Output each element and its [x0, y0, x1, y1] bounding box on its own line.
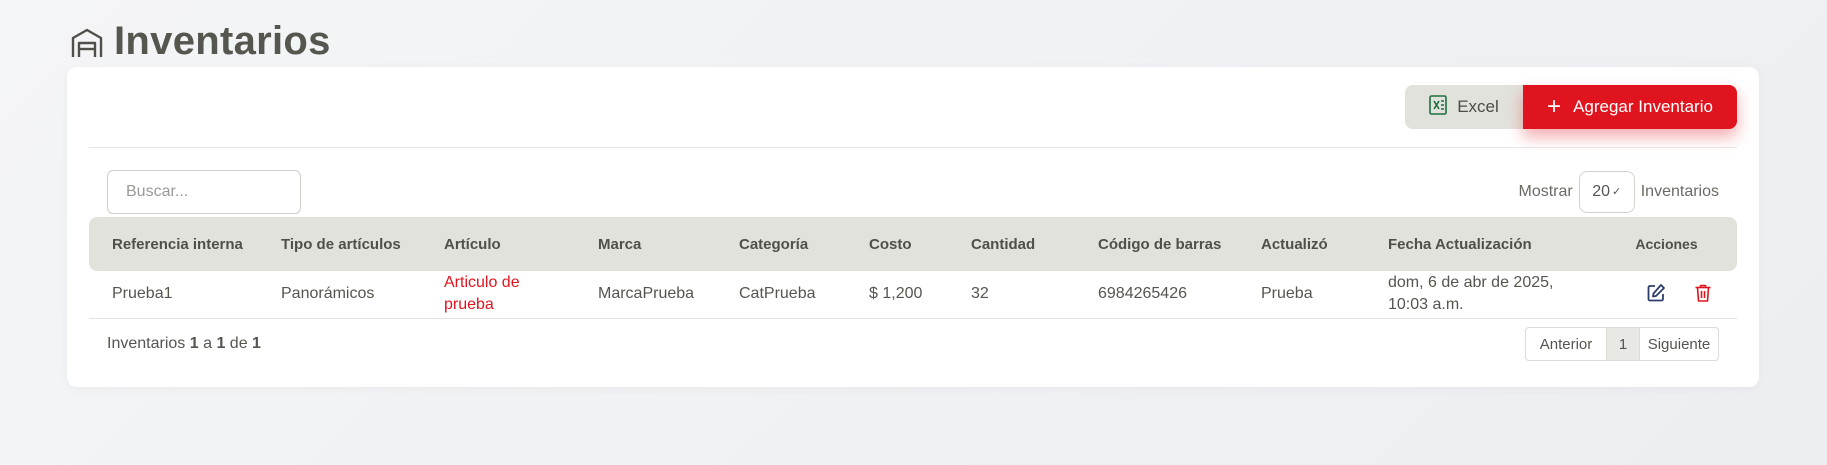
chevron-down-icon: ✓ [1612, 185, 1622, 198]
column-header-acciones: Acciones [1635, 235, 1698, 252]
divider [89, 147, 1737, 148]
row-actions [1619, 283, 1732, 305]
column-header-categoria[interactable]: Categoría [716, 217, 846, 271]
column-header-tipo[interactable]: Tipo de artículos [258, 217, 421, 271]
summary-label: Inventarios [107, 335, 186, 352]
cell-codigo: 6984265426 [1075, 271, 1238, 319]
toolbar: Excel + Agregar Inventario [1405, 85, 1737, 129]
add-inventory-label: Agregar Inventario [1573, 97, 1713, 116]
column-header-fecha[interactable]: Fecha Actualización [1365, 217, 1596, 271]
cell-articulo-link[interactable]: Articulo de prueba [421, 271, 575, 319]
excel-export-label: Excel [1457, 97, 1499, 116]
page-header: Inventarios [70, 18, 331, 65]
inventory-table-wrapper: Referencia interna Tipo de artículos Art… [89, 217, 1737, 319]
cell-tipo: Panorámicos [258, 271, 421, 319]
cell-referencia: Prueba1 [89, 271, 258, 319]
column-header-articulo[interactable]: Artículo [421, 217, 575, 271]
plus-icon: + [1547, 93, 1562, 120]
column-header-codigo[interactable]: Código de barras [1075, 217, 1238, 271]
cell-costo: $ 1,200 [846, 271, 948, 319]
show-suffix-label: Inventarios [1640, 183, 1719, 200]
page-1-button[interactable]: 1 [1606, 328, 1640, 360]
warehouse-icon [70, 18, 104, 65]
add-inventory-button[interactable]: + Agregar Inventario [1523, 85, 1737, 129]
pagination: Anterior 1 Siguiente [1525, 327, 1719, 361]
table-row: Prueba1 Panorámicos Articulo de prueba M… [89, 271, 1737, 319]
summary-to: 1 [216, 335, 226, 352]
inventory-card: Excel + Agregar Inventario Mostrar 20 ✓ … [67, 67, 1759, 387]
summary-from: 1 [189, 335, 199, 352]
excel-export-button[interactable]: Excel [1405, 85, 1523, 129]
column-header-referencia[interactable]: Referencia interna [89, 217, 258, 271]
page-size-value: 20 [1592, 183, 1611, 200]
pagination-summary: Inventarios 1 a 1 de 1 [107, 335, 261, 353]
summary-a: a [203, 335, 212, 352]
column-header-marca[interactable]: Marca [575, 217, 716, 271]
show-prefix-label: Mostrar [1518, 183, 1573, 200]
summary-total: 1 [252, 335, 261, 352]
table-footer: Inventarios 1 a 1 de 1 Anterior 1 Siguie… [107, 327, 1719, 361]
column-header-cantidad[interactable]: Cantidad [948, 217, 1075, 271]
summary-de: de [229, 335, 248, 352]
cell-fecha: dom, 6 de abr de 2025, 10:03 a.m. [1365, 271, 1596, 319]
cell-acciones [1596, 271, 1737, 319]
excel-icon [1429, 94, 1448, 120]
column-header-costo[interactable]: Costo [846, 217, 948, 271]
trash-icon[interactable] [1694, 283, 1716, 305]
cell-marca: MarcaPrueba [575, 271, 716, 319]
previous-page-button[interactable]: Anterior [1526, 328, 1606, 360]
cell-categoria: CatPrueba [716, 271, 846, 319]
column-header-actualizo[interactable]: Actualizó [1238, 217, 1365, 271]
page-size-select[interactable]: 20 ✓ [1578, 171, 1635, 213]
edit-icon[interactable] [1646, 283, 1668, 305]
search-input[interactable] [107, 170, 301, 214]
next-page-button[interactable]: Siguiente [1640, 328, 1718, 360]
cell-actualizo: Prueba [1238, 271, 1365, 319]
table-header-row: Referencia interna Tipo de artículos Art… [89, 217, 1737, 271]
page-title: Inventarios [114, 19, 331, 63]
page-size-control: Mostrar 20 ✓ Inventarios [1518, 170, 1719, 214]
inventory-table: Referencia interna Tipo de artículos Art… [89, 217, 1737, 319]
cell-cantidad: 32 [948, 271, 1075, 319]
